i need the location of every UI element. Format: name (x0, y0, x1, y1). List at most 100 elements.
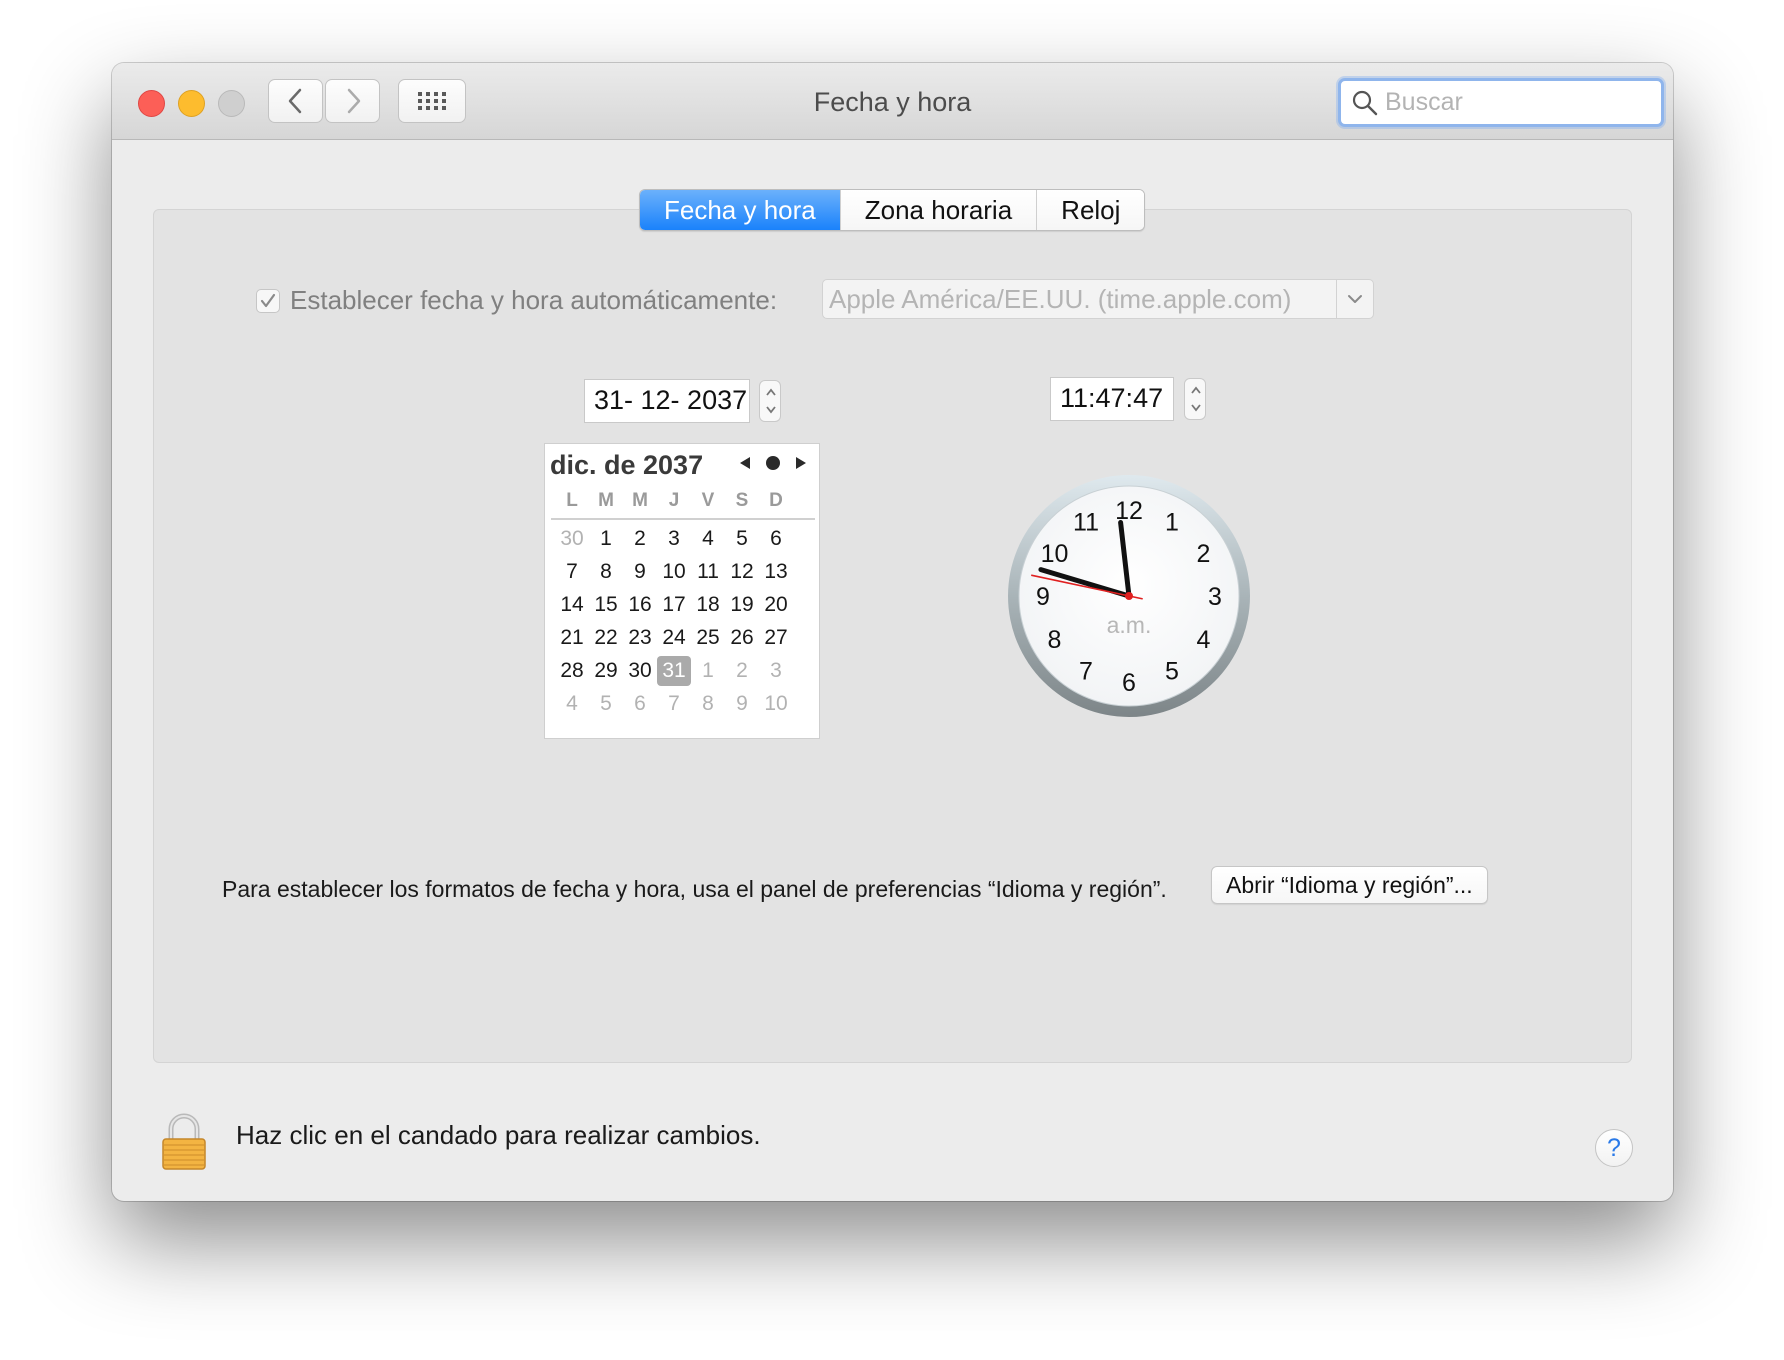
clock-number: 4 (1197, 626, 1211, 654)
search-icon (1352, 90, 1378, 115)
calendar-weekday: J (668, 490, 680, 511)
tab-bar: Fecha y hora Zona horaria Reloj (639, 189, 1146, 231)
calendar-day[interactable]: 17 (657, 590, 691, 620)
next-month-icon[interactable] (794, 455, 808, 471)
calendar-day[interactable]: 2 (623, 524, 657, 554)
calendar-day[interactable]: 10 (759, 689, 793, 719)
clock-number: 7 (1079, 658, 1093, 686)
help-button[interactable]: ? (1595, 1129, 1633, 1167)
clock-period-label: a.m. (1107, 612, 1152, 638)
calendar-day[interactable]: 2 (725, 656, 759, 686)
previous-month-icon[interactable] (738, 455, 752, 471)
calendar-day[interactable]: 6 (759, 524, 793, 554)
calendar-day[interactable]: 15 (589, 590, 623, 620)
calendar-weekday: M (598, 490, 614, 511)
clock-center-pin (1125, 592, 1133, 600)
calendar: dic. de 2037 L M M J V S D 30 1 2 3 4 5 6 7 8 9 10 11 12 13 1… (544, 443, 820, 739)
time-stepper[interactable] (1184, 378, 1206, 420)
calendar-day[interactable]: 31 (657, 656, 691, 686)
stepper-up-icon[interactable] (765, 387, 777, 397)
calendar-day[interactable]: 18 (691, 590, 725, 620)
search-field[interactable] (1338, 78, 1664, 127)
calendar-day[interactable]: 6 (623, 689, 657, 719)
auto-time-label: Establecer fecha y hora automáticamente: (290, 285, 778, 315)
clock-number: 6 (1122, 669, 1136, 697)
stepper-up-icon[interactable] (1190, 385, 1202, 395)
calendar-day[interactable]: 16 (623, 590, 657, 620)
clock-number: 9 (1036, 583, 1050, 611)
time-field[interactable]: 11:47:47 (1050, 377, 1174, 421)
calendar-day[interactable]: 7 (657, 689, 691, 719)
calendar-day[interactable]: 23 (623, 623, 657, 653)
tab-zona-horaria[interactable]: Zona horaria (839, 190, 1037, 230)
clock-number: 3 (1208, 583, 1222, 611)
clock-number: 10 (1041, 540, 1069, 568)
calendar-day[interactable]: 7 (555, 557, 589, 587)
calendar-day[interactable]: 10 (657, 557, 691, 587)
calendar-day[interactable]: 30 (623, 656, 657, 686)
chevron-down-icon (1348, 295, 1362, 303)
calendar-day[interactable]: 11 (691, 557, 725, 587)
tab-fecha-y-hora[interactable]: Fecha y hora (640, 190, 840, 230)
auto-time-checkbox[interactable] (256, 288, 280, 313)
checkmark-icon (260, 293, 276, 307)
time-server-select[interactable]: Apple América/EE.UU. (time.apple.com) (822, 279, 1374, 319)
time-server-value: Apple América/EE.UU. (time.apple.com) (829, 284, 1292, 314)
calendar-day[interactable]: 12 (725, 557, 759, 587)
calendar-day[interactable]: 1 (691, 656, 725, 686)
auto-time-row: Establecer fecha y hora automáticamente: (256, 285, 777, 316)
date-stepper[interactable] (759, 380, 781, 422)
calendar-day[interactable]: 21 (555, 623, 589, 653)
calendar-day[interactable]: 25 (691, 623, 725, 653)
lock-message: Haz clic en el candado para realizar cam… (236, 1120, 761, 1150)
open-language-region-button[interactable]: Abrir “Idioma y región”... (1211, 866, 1488, 904)
calendar-day[interactable]: 19 (725, 590, 759, 620)
calendar-day[interactable]: 27 (759, 623, 793, 653)
calendar-divider (551, 518, 815, 520)
calendar-day[interactable]: 3 (759, 656, 793, 686)
calendar-day[interactable]: 4 (555, 689, 589, 719)
content-panel (153, 209, 1632, 1063)
calendar-day[interactable]: 26 (725, 623, 759, 653)
calendar-day[interactable]: 24 (657, 623, 691, 653)
clock-number: 1 (1165, 509, 1179, 537)
calendar-day[interactable]: 29 (589, 656, 623, 686)
clock-number: 11 (1073, 509, 1099, 537)
date-field[interactable]: 31- 12- 2037 (584, 379, 750, 423)
calendar-day[interactable]: 9 (623, 557, 657, 587)
calendar-day[interactable]: 22 (589, 623, 623, 653)
formats-hint-text: Para establecer los formatos de fecha y … (222, 876, 1167, 902)
calendar-day[interactable]: 8 (691, 689, 725, 719)
calendar-weekday: S (735, 490, 749, 511)
calendar-day[interactable]: 20 (759, 590, 793, 620)
calendar-day[interactable]: 13 (759, 557, 793, 587)
calendar-day[interactable]: 9 (725, 689, 759, 719)
clock-number: 5 (1165, 658, 1179, 686)
calendar-weekday: M (632, 490, 648, 511)
calendar-day[interactable]: 1 (589, 524, 623, 554)
clock-number: 2 (1197, 540, 1211, 568)
today-dot-icon[interactable] (765, 455, 781, 471)
calendar-day[interactable]: 5 (725, 524, 759, 554)
clock-number: 8 (1048, 626, 1062, 654)
stepper-down-icon[interactable] (765, 405, 777, 415)
calendar-day[interactable]: 4 (691, 524, 725, 554)
lock-icon[interactable] (160, 1113, 208, 1171)
calendar-weekday: V (701, 490, 715, 511)
calendar-weekday: L (566, 490, 578, 511)
select-arrow[interactable] (1336, 280, 1373, 318)
calendar-day[interactable]: 30 (555, 524, 589, 554)
calendar-day[interactable]: 28 (555, 656, 589, 686)
calendar-day[interactable]: 14 (555, 590, 589, 620)
tab-reloj[interactable]: Reloj (1036, 190, 1145, 230)
calendar-weekday: D (769, 490, 783, 511)
calendar-day[interactable]: 3 (657, 524, 691, 554)
calendar-day[interactable]: 5 (589, 689, 623, 719)
analog-clock: 12 1234567891011 a.m. (1008, 475, 1250, 717)
calendar-month-title: dic. de 2037 (550, 450, 704, 480)
calendar-day[interactable]: 8 (589, 557, 623, 587)
stepper-down-icon[interactable] (1190, 403, 1202, 413)
search-input[interactable] (1385, 88, 1645, 117)
titlebar: Fecha y hora (112, 63, 1673, 140)
window: Fecha y hora Fecha y hora Zona horaria R… (112, 63, 1673, 1201)
